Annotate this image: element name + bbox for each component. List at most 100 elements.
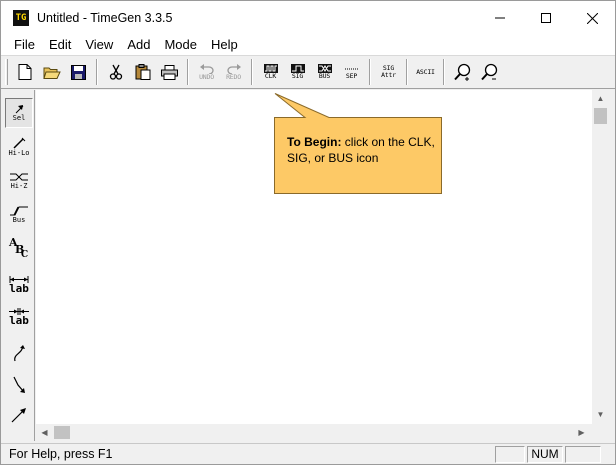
straight-arrow-icon [11,408,26,423]
scroll-up-arrow-icon[interactable]: ▲ [592,90,609,107]
save-file-button[interactable] [65,58,92,86]
menu-add[interactable]: Add [120,35,157,55]
close-icon [586,12,598,24]
open-file-button[interactable] [38,58,65,86]
window-controls [477,1,615,35]
zoom-in-button[interactable] [449,58,476,86]
ascii-export-button[interactable]: ASCII [412,58,439,86]
title-bar: TG Untitled - TimeGen 3.3.5 [1,1,615,35]
hi-lo-pen-icon [13,137,26,149]
toolbar: UNDO REDO CLK SIG BUS SEP SIG Attr ASCII [1,55,615,89]
close-button[interactable] [569,1,615,35]
hi-lo-tool-button[interactable]: Hi-Lo [5,132,33,162]
paste-button[interactable] [129,58,156,86]
timegen-app-icon[interactable]: TG [13,10,29,26]
clk-caption: CLK [264,72,277,80]
toolbar-separator [406,59,408,85]
text-label-tool-button[interactable]: A B C [5,234,33,264]
abc-letter-c: C [21,250,29,260]
delay-label-tool-button[interactable]: lab [5,302,33,332]
menu-file[interactable]: File [7,35,42,55]
scrollbar-corner [592,424,609,441]
scroll-right-arrow-icon[interactable]: ▶ [573,424,590,441]
menu-mode[interactable]: Mode [157,35,204,55]
add-bus-button[interactable]: BUS [311,58,338,86]
abc-text-icon: A B C [8,237,30,261]
maximize-button[interactable] [523,1,569,35]
scroll-down-arrow-icon[interactable]: ▼ [592,406,609,423]
new-document-icon [18,64,31,80]
toolbar-separator [187,59,189,85]
redo-button[interactable]: REDO [220,58,247,86]
menu-help[interactable]: Help [204,35,245,55]
num-lock-indicator: NUM [527,446,563,463]
cut-button[interactable] [102,58,129,86]
timing-label-tool-button[interactable]: lab [5,270,33,300]
zoom-out-button[interactable] [476,58,503,86]
redo-caption: REDO [226,72,241,81]
toolbar-grip[interactable] [5,59,8,85]
add-sep-button[interactable]: SEP [338,58,365,86]
status-pane-scroll [565,446,601,463]
toolbar-separator [369,59,371,85]
select-arrow-icon [15,105,24,114]
printer-icon [161,64,178,80]
tool-palette: Sel Hi-Lo Hi-Z Bus A B C lab lab [1,90,35,441]
open-folder-icon [42,67,61,79]
status-pane-empty [495,446,525,463]
select-caption: Sel [12,114,26,122]
sig-attr-caption-bottom: Attr [381,71,396,79]
print-button[interactable] [156,58,183,86]
horizontal-scroll-thumb[interactable] [54,426,70,439]
minimize-button[interactable] [477,1,523,35]
status-help-text: For Help, press F1 [9,447,113,461]
add-sig-button[interactable]: SIG [284,58,311,86]
select-tool-button[interactable]: Sel [5,98,33,128]
vertical-scrollbar[interactable]: ▲ ▼ [592,90,609,439]
bus-tool-button[interactable]: Bus [5,200,33,230]
toolbar-separator [96,59,98,85]
clipboard-icon [135,64,150,80]
scissors-icon [109,64,122,80]
begin-hint-bold: To Begin: [287,135,342,149]
begin-hint-text: To Begin: click on the CLK, SIG, or BUS … [287,134,437,166]
new-file-button[interactable] [11,58,38,86]
curved-arrow-icon [14,345,25,362]
ascii-caption: ASCII [416,67,435,76]
hi-z-waveform-icon [10,173,28,181]
toolbar-separator [251,59,253,85]
curve-arrow-tool-button[interactable] [5,338,33,368]
straight-arrow-tool-button[interactable] [5,400,33,430]
undo-arrow-icon [199,63,214,74]
maximize-icon [541,13,551,23]
hi-z-tool-button[interactable]: Hi-Z [5,166,33,196]
zoom-out-icon [480,63,497,81]
toolbar-separator [443,59,445,85]
bent-arrow-tool-button[interactable] [5,370,33,400]
add-clk-button[interactable]: CLK [257,58,284,86]
window-title: Untitled - TimeGen 3.3.5 [37,11,173,25]
zoom-in-icon [453,63,470,81]
hi-z-caption: Hi-Z [10,182,28,190]
delay-label-text: lab [9,314,29,327]
signal-attributes-button[interactable]: SIG Attr [375,58,402,86]
bent-arrow-icon [13,376,25,393]
bus-tool-caption: Bus [12,216,26,224]
hi-lo-caption: Hi-Lo [8,149,30,157]
minimize-icon [495,17,505,19]
sep-caption: SEP [345,72,358,80]
menu-view[interactable]: View [78,35,120,55]
sig-caption: SIG [291,72,304,80]
vertical-scroll-thumb[interactable] [594,108,607,124]
bus-ramp-icon [10,206,28,216]
redo-arrow-icon [226,63,241,74]
menu-edit[interactable]: Edit [42,35,78,55]
bus-caption: BUS [318,72,331,80]
app-window: TG Untitled - TimeGen 3.3.5 File Edit Vi… [0,0,616,465]
timing-label-text: lab [9,282,29,295]
undo-caption: UNDO [199,72,214,81]
horizontal-scrollbar[interactable]: ◀ ▶ [36,424,592,441]
scroll-left-arrow-icon[interactable]: ◀ [36,424,53,441]
undo-button[interactable]: UNDO [193,58,220,86]
save-disk-icon [71,64,86,80]
